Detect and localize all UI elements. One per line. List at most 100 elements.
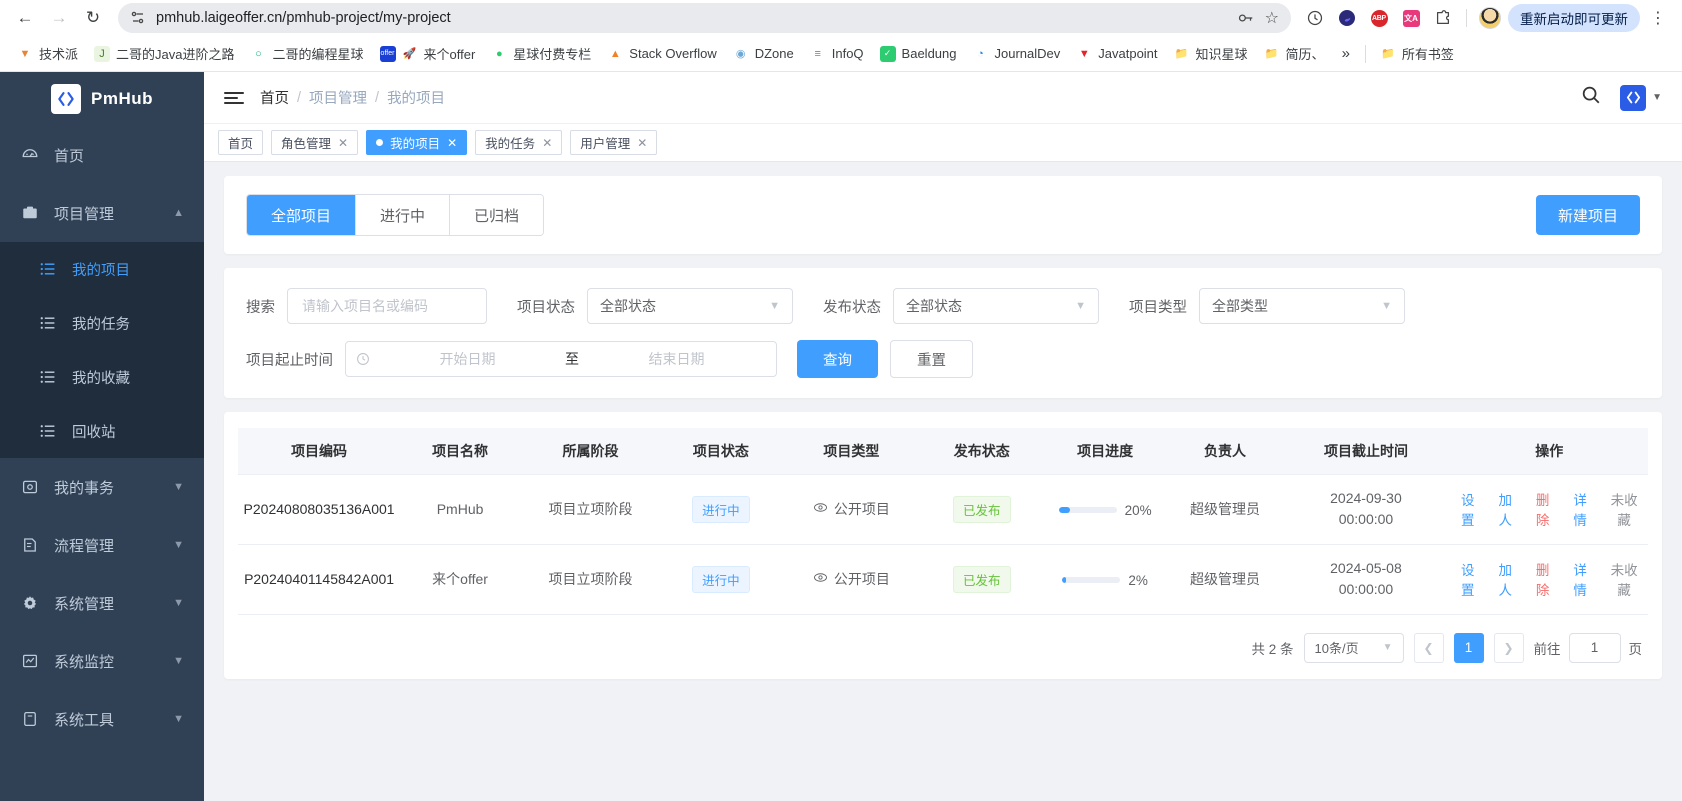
action-favorite[interactable]: 未收藏 [1604, 559, 1644, 599]
extensions-puzzle-icon[interactable] [1429, 4, 1457, 32]
sidebar-item-my-project[interactable]: 我的项目 [0, 242, 204, 296]
sidebar-item-system-management[interactable]: 系统管理 ▼ [0, 574, 204, 632]
next-page-button[interactable]: ❯ [1494, 633, 1524, 663]
sidebar-item-label: 项目管理 [54, 203, 159, 224]
date-range-picker[interactable]: 开始日期 至 结束日期 [345, 341, 777, 377]
publish-status-select[interactable]: 全部状态 ▼ [893, 288, 1099, 324]
query-button[interactable]: 查询 [797, 340, 878, 378]
tab-home[interactable]: 首页 [218, 130, 263, 155]
bookmark-folder[interactable]: 📁简历、 [1257, 40, 1332, 67]
project-status-select[interactable]: 全部状态 ▼ [587, 288, 793, 324]
sider-ai-icon[interactable] [1333, 4, 1361, 32]
table-row[interactable]: P20240808035136A001 PmHub 项目立项阶段 进行中 [238, 474, 1648, 544]
sidebar-item-my-task[interactable]: 我的任务 [0, 296, 204, 350]
new-project-button[interactable]: 新建项目 [1536, 195, 1640, 235]
total-count-label: 共 2 条 [1251, 638, 1293, 658]
task-box-icon [20, 478, 40, 496]
filter-in-progress[interactable]: 进行中 [356, 195, 450, 235]
sidebar-item-system-tools[interactable]: 系统工具 ▼ [0, 690, 204, 748]
history-clock-icon[interactable] [1301, 4, 1329, 32]
bookmark-star-icon[interactable]: ☆ [1265, 8, 1279, 28]
forward-arrow-icon[interactable]: → [44, 3, 74, 33]
update-button[interactable]: 重新启动即可更新 [1508, 4, 1640, 32]
sidebar-item-my-favorites[interactable]: 我的收藏 [0, 350, 204, 404]
bookmark-item[interactable]: ◔JournalDev [966, 42, 1068, 66]
all-bookmarks-button[interactable]: 📁所有书签 [1373, 40, 1461, 67]
sidebar-item-label: 我的事务 [54, 477, 159, 498]
monitor-icon [20, 652, 40, 670]
site-settings-icon[interactable] [130, 10, 146, 26]
sidebar-item-home[interactable]: 首页 [0, 126, 204, 184]
translate-icon[interactable]: 文A [1397, 4, 1425, 32]
goto-page-input[interactable]: 1 [1569, 633, 1621, 663]
bookmark-item[interactable]: ▼技术派 [10, 40, 85, 67]
action-delete[interactable]: 删除 [1529, 489, 1555, 529]
bookmark-item[interactable]: offer🚀来个offer [373, 40, 483, 67]
address-bar[interactable]: pmhub.laigeoffer.cn/pmhub-project/my-pro… [118, 3, 1291, 33]
col-project-type: 项目类型 [781, 428, 922, 474]
action-details[interactable]: 详情 [1567, 559, 1593, 599]
action-details[interactable]: 详情 [1567, 489, 1593, 529]
cell-deadline: 2024-05-08 00:00:00 [1281, 544, 1450, 614]
end-date-input[interactable]: 结束日期 [587, 349, 766, 369]
bookmark-item[interactable]: ▼Javatpoint [1069, 42, 1164, 66]
tab-my-task[interactable]: 我的任务 ✕ [475, 130, 562, 155]
breadcrumb-item[interactable]: 首页 [260, 87, 289, 108]
table-row[interactable]: P20240401145842A001 来个offer 项目立项阶段 进行中 [238, 544, 1648, 614]
breadcrumb-separator: / [297, 90, 301, 106]
action-settings[interactable]: 设置 [1455, 489, 1481, 529]
back-arrow-icon[interactable]: ← [10, 3, 40, 33]
close-icon[interactable]: ✕ [338, 137, 348, 149]
bookmark-folder[interactable]: 📁知识星球 [1167, 40, 1255, 67]
passwords-key-icon[interactable] [1237, 9, 1255, 27]
close-icon[interactable]: ✕ [637, 137, 647, 149]
reset-button[interactable]: 重置 [890, 340, 973, 378]
action-delete[interactable]: 删除 [1529, 559, 1555, 599]
profile-avatar-icon[interactable] [1476, 4, 1504, 32]
sidebar-item-my-affairs[interactable]: 我的事务 ▼ [0, 458, 204, 516]
bookmark-item[interactable]: ▲Stack Overflow [600, 42, 723, 66]
sidebar-item-project-management[interactable]: 项目管理 ▲ [0, 184, 204, 242]
action-add-member[interactable]: 加人 [1492, 559, 1518, 599]
filter-all-projects[interactable]: 全部项目 [247, 195, 356, 235]
tab-role-management[interactable]: 角色管理 ✕ [271, 130, 358, 155]
project-filter-segmented: 全部项目 进行中 已归档 [246, 194, 544, 236]
start-date-input[interactable]: 开始日期 [378, 349, 557, 369]
app-logo[interactable]: PmHub [0, 72, 204, 126]
search-icon[interactable] [1580, 84, 1602, 111]
chrome-menu-icon[interactable]: ⋮ [1644, 4, 1672, 32]
bookmarks-overflow-icon[interactable]: » [1334, 41, 1358, 66]
action-add-member[interactable]: 加人 [1492, 489, 1518, 529]
page-size-select[interactable]: 10条/页 ▼ [1304, 633, 1404, 663]
sidebar-item-recycle-bin[interactable]: 回收站 [0, 404, 204, 458]
sidebar-item-process-management[interactable]: 流程管理 ▼ [0, 516, 204, 574]
sidebar-item-label: 系统监控 [54, 651, 159, 672]
filter-row-1: 搜索 请输入项目名或编码 项目状态 全部状态 ▼ 发布状态 全部状态 ▼ 项目类… [246, 288, 1640, 324]
bookmark-item[interactable]: ●星球付费专栏 [484, 40, 598, 67]
cell-project-status: 进行中 [661, 474, 781, 544]
chevron-down-icon[interactable]: ▼ [1652, 92, 1662, 111]
sidebar-item-system-monitor[interactable]: 系统监控 ▼ [0, 632, 204, 690]
reload-icon[interactable]: ↻ [78, 3, 108, 33]
project-type-select[interactable]: 全部类型 ▼ [1199, 288, 1405, 324]
bookmark-item[interactable]: ≡InfoQ [803, 42, 871, 66]
user-avatar-icon[interactable] [1620, 85, 1646, 111]
close-icon[interactable]: ✕ [542, 137, 552, 149]
filter-archived[interactable]: 已归档 [450, 195, 543, 235]
action-settings[interactable]: 设置 [1455, 559, 1481, 599]
bookmark-item[interactable]: ✓Baeldung [873, 42, 964, 66]
search-input[interactable]: 请输入项目名或编码 [287, 288, 487, 324]
tab-my-project[interactable]: 我的项目 ✕ [366, 130, 467, 155]
tab-user-management[interactable]: 用户管理 ✕ [570, 130, 657, 155]
collapse-menu-icon[interactable] [224, 92, 244, 104]
bookmark-label: 来个offer [424, 44, 476, 63]
breadcrumb-item[interactable]: 项目管理 [309, 87, 367, 108]
bookmark-item[interactable]: ○二哥的编程星球 [243, 40, 370, 67]
bookmark-item[interactable]: ◉DZone [726, 42, 801, 66]
close-icon[interactable]: ✕ [447, 137, 457, 149]
bookmark-item[interactable]: J二哥的Java进阶之路 [87, 40, 241, 67]
page-number-1[interactable]: 1 [1454, 633, 1484, 663]
adblock-icon[interactable]: ABP [1365, 4, 1393, 32]
action-favorite[interactable]: 未收藏 [1604, 489, 1644, 529]
prev-page-button[interactable]: ❮ [1414, 633, 1444, 663]
